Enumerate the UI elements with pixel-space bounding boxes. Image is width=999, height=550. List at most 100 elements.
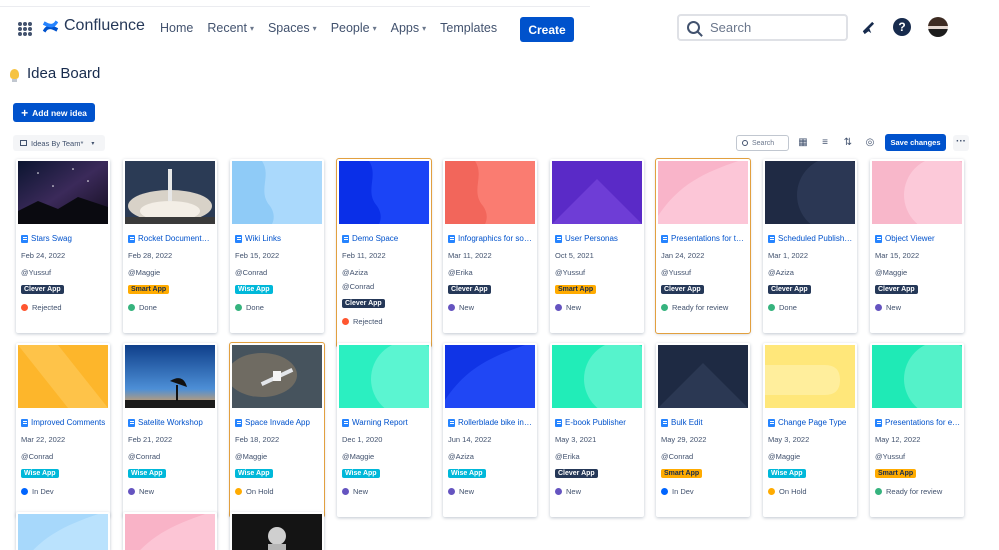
card-title-link[interactable]: Demo Space bbox=[342, 234, 428, 243]
notifications-icon[interactable] bbox=[860, 20, 875, 35]
card-mention[interactable]: @Maggie bbox=[342, 452, 374, 461]
card-mention[interactable]: @Yussuf bbox=[661, 268, 691, 277]
idea-card[interactable]: Presentations for teams Jan 24, 2022 @Yuss… bbox=[655, 158, 751, 334]
sort-icon[interactable]: ⇅ bbox=[842, 137, 854, 149]
card-mention[interactable]: @Conrad bbox=[235, 268, 267, 277]
idea-card[interactable]: Infographics for social Mar 11, 2022 @Erik… bbox=[443, 159, 537, 333]
idea-card[interactable] bbox=[123, 512, 217, 550]
card-title-link[interactable]: Satelite Workshop bbox=[128, 418, 214, 427]
create-button[interactable]: Create bbox=[520, 17, 574, 42]
idea-card[interactable]: User Personas Oct 5, 2021 @Yussuf Smart App… bbox=[550, 159, 644, 333]
status-badge: On Hold bbox=[768, 487, 807, 496]
nav-templates[interactable]: Templates bbox=[440, 21, 497, 35]
idea-card[interactable] bbox=[230, 512, 324, 550]
status-dot-icon bbox=[21, 304, 28, 311]
idea-card[interactable]: Space Invade App Feb 18, 2022 @Maggie Wise … bbox=[229, 342, 325, 518]
nav-label: Recent bbox=[207, 21, 247, 35]
card-mention[interactable]: @Maggie bbox=[768, 452, 800, 461]
card-mention[interactable]: @Conrad bbox=[21, 452, 53, 461]
search-input[interactable]: Search bbox=[677, 14, 848, 41]
save-changes-button[interactable]: Save changes bbox=[885, 134, 946, 151]
card-mention[interactable]: @Erika bbox=[555, 452, 580, 461]
idea-card[interactable]: Wiki Links Feb 15, 2022 @Conrad Wise App Don… bbox=[230, 159, 324, 333]
filter-icon[interactable]: ≡ bbox=[819, 137, 831, 149]
idea-card[interactable]: Rollerblade bike integration Jun 14, 2022… bbox=[443, 343, 537, 517]
team-lozenge: Wise App bbox=[128, 469, 166, 478]
card-layout-icon[interactable]: ▦ bbox=[797, 137, 809, 149]
idea-card[interactable]: Object Viewer Mar 15, 2022 @Maggie Clever A… bbox=[870, 159, 964, 333]
card-mention[interactable]: @Maggie bbox=[235, 452, 267, 461]
card-title-link[interactable]: Presentations for everyone bbox=[875, 418, 961, 427]
card-mention[interactable]: @Conrad bbox=[342, 282, 374, 291]
status-badge: Rejected bbox=[21, 303, 62, 312]
card-thumbnail bbox=[872, 345, 962, 408]
card-title-link[interactable]: Warning Report bbox=[342, 418, 428, 427]
plus-icon: + bbox=[21, 105, 29, 120]
nav-people[interactable]: People ▾ bbox=[331, 21, 377, 35]
idea-card[interactable]: Presentations for everyone May 12, 2022 @Y… bbox=[870, 343, 964, 517]
card-mention[interactable]: @Aziza bbox=[768, 268, 794, 277]
chevron-down-icon: ▾ bbox=[249, 23, 254, 33]
team-lozenge: Clever App bbox=[21, 285, 64, 294]
card-title-link[interactable]: Bulk Edit bbox=[661, 418, 747, 427]
idea-card[interactable]: Rocket Documentation Feb 28, 2022 @Maggie S… bbox=[123, 159, 217, 333]
card-title-link[interactable]: Improved Comments bbox=[21, 418, 107, 427]
idea-card[interactable]: Stars Swag Feb 24, 2022 @Yussuf Clever App R… bbox=[16, 159, 110, 333]
card-mention[interactable]: @Aziza bbox=[342, 268, 368, 277]
nav-home[interactable]: Home bbox=[160, 21, 193, 35]
idea-card[interactable]: Bulk Edit May 29, 2022 @Conrad Smart App In … bbox=[656, 343, 750, 517]
idea-card[interactable]: E-book Publisher May 3, 2021 @Erika Clever … bbox=[550, 343, 644, 517]
help-icon[interactable]: ? bbox=[893, 18, 911, 36]
nav-recent[interactable]: Recent ▾ bbox=[207, 21, 254, 35]
card-thumbnail bbox=[445, 345, 535, 408]
user-avatar[interactable] bbox=[928, 17, 948, 37]
card-title-link[interactable]: Infographics for social bbox=[448, 234, 534, 243]
view-selector[interactable]: Ideas By Team* ▾ bbox=[13, 135, 105, 151]
card-date: Dec 1, 2020 bbox=[342, 435, 383, 444]
card-mention[interactable]: @Yussuf bbox=[21, 268, 51, 277]
card-title-link[interactable]: E-book Publisher bbox=[555, 418, 641, 427]
idea-card[interactable]: Warning Report Dec 1, 2020 @Maggie Wise App… bbox=[337, 343, 431, 517]
card-mention[interactable]: @Maggie bbox=[875, 268, 907, 277]
card-title-link[interactable]: Change Page Type bbox=[768, 418, 854, 427]
status-dot-icon bbox=[875, 488, 882, 495]
card-title: Wiki Links bbox=[245, 234, 282, 243]
card-title-link[interactable]: User Personas bbox=[555, 234, 641, 243]
more-options-icon[interactable]: ··· bbox=[953, 135, 969, 151]
card-title: Rollerblade bike integration bbox=[458, 418, 534, 427]
nav-spaces[interactable]: Spaces ▾ bbox=[268, 21, 317, 35]
card-thumbnail bbox=[18, 514, 108, 550]
card-title-link[interactable]: Scheduled Publishing bbox=[768, 234, 854, 243]
card-thumbnail bbox=[552, 345, 642, 408]
card-title-link[interactable]: Stars Swag bbox=[21, 234, 107, 243]
board-search-input[interactable]: Search bbox=[736, 135, 789, 151]
card-title-link[interactable]: Wiki Links bbox=[235, 234, 321, 243]
card-mention[interactable]: @Yussuf bbox=[555, 268, 585, 277]
card-mention[interactable]: @Aziza bbox=[448, 452, 474, 461]
add-new-idea-button[interactable]: + Add new idea bbox=[13, 103, 95, 122]
visibility-icon[interactable]: ◎ bbox=[864, 137, 876, 149]
idea-card[interactable]: Scheduled Publishing Mar 1, 2022 @Aziza Cle… bbox=[763, 159, 857, 333]
card-title: Object Viewer bbox=[885, 234, 935, 243]
confluence-logo[interactable]: Confluence bbox=[42, 17, 145, 35]
search-icon bbox=[687, 21, 700, 34]
card-mention[interactable]: @Yussuf bbox=[875, 452, 905, 461]
card-mention[interactable]: @Erika bbox=[448, 268, 473, 277]
idea-card[interactable]: Improved Comments Mar 22, 2022 @Conrad Wise… bbox=[16, 343, 110, 517]
card-title-link[interactable]: Space Invade App bbox=[235, 418, 321, 427]
idea-card[interactable]: Change Page Type May 3, 2022 @Maggie Wise A… bbox=[763, 343, 857, 517]
card-title-link[interactable]: Rocket Documentation bbox=[128, 234, 214, 243]
nav-apps[interactable]: Apps ▾ bbox=[391, 21, 427, 35]
app-switcher-icon[interactable] bbox=[18, 22, 32, 36]
card-title-link[interactable]: Rollerblade bike integration bbox=[448, 418, 534, 427]
card-thumbnail bbox=[552, 161, 642, 224]
card-mention[interactable]: @Conrad bbox=[661, 452, 693, 461]
card-title-link[interactable]: Presentations for teams bbox=[661, 234, 747, 243]
status-badge: New bbox=[342, 487, 368, 496]
idea-card[interactable]: Demo Space Feb 11, 2022 @Aziza @Conrad Cleve… bbox=[336, 158, 432, 348]
card-title-link[interactable]: Object Viewer bbox=[875, 234, 961, 243]
idea-card[interactable] bbox=[16, 512, 110, 550]
card-mention[interactable]: @Maggie bbox=[128, 268, 160, 277]
card-mention[interactable]: @Conrad bbox=[128, 452, 160, 461]
idea-card[interactable]: Satelite Workshop Feb 21, 2022 @Conrad Wise… bbox=[123, 343, 217, 517]
